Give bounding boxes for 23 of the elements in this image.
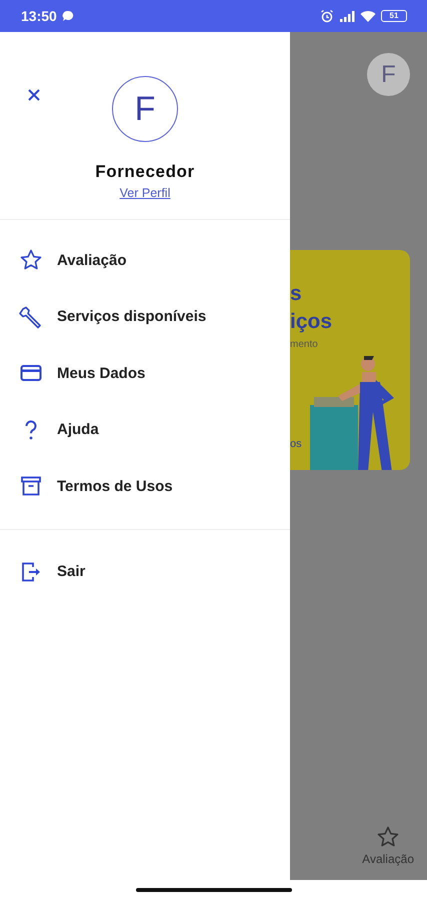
avatar: F	[112, 76, 178, 142]
menu-item[interactable]: Avaliação	[0, 232, 290, 288]
star-icon	[19, 248, 43, 272]
banner-text: os	[290, 438, 302, 450]
menu-item[interactable]: Termos de Usos	[0, 458, 290, 514]
banner-subtitle: mento	[290, 339, 319, 350]
wifi-icon	[360, 10, 376, 22]
clock-time: 13:50	[21, 8, 57, 24]
chat-icon	[62, 10, 74, 22]
star-icon	[376, 825, 400, 849]
battery-icon: 51	[381, 10, 407, 22]
alarm-icon	[320, 9, 334, 23]
banner-title: iços	[290, 309, 334, 335]
menu-item[interactable]: Sair	[0, 544, 290, 600]
wrench-icon	[19, 304, 43, 329]
user-name: Fornecedor	[95, 162, 195, 182]
menu-item[interactable]: Ajuda	[0, 402, 290, 458]
profile-link[interactable]: Ver Perfil	[120, 186, 170, 200]
signal-icon	[339, 9, 355, 23]
archive-icon	[19, 474, 43, 498]
menu-item[interactable]: Serviços disponíveis	[0, 288, 290, 345]
banner-title: s	[290, 281, 303, 307]
menu-item[interactable]: Meus Dados	[0, 345, 290, 402]
